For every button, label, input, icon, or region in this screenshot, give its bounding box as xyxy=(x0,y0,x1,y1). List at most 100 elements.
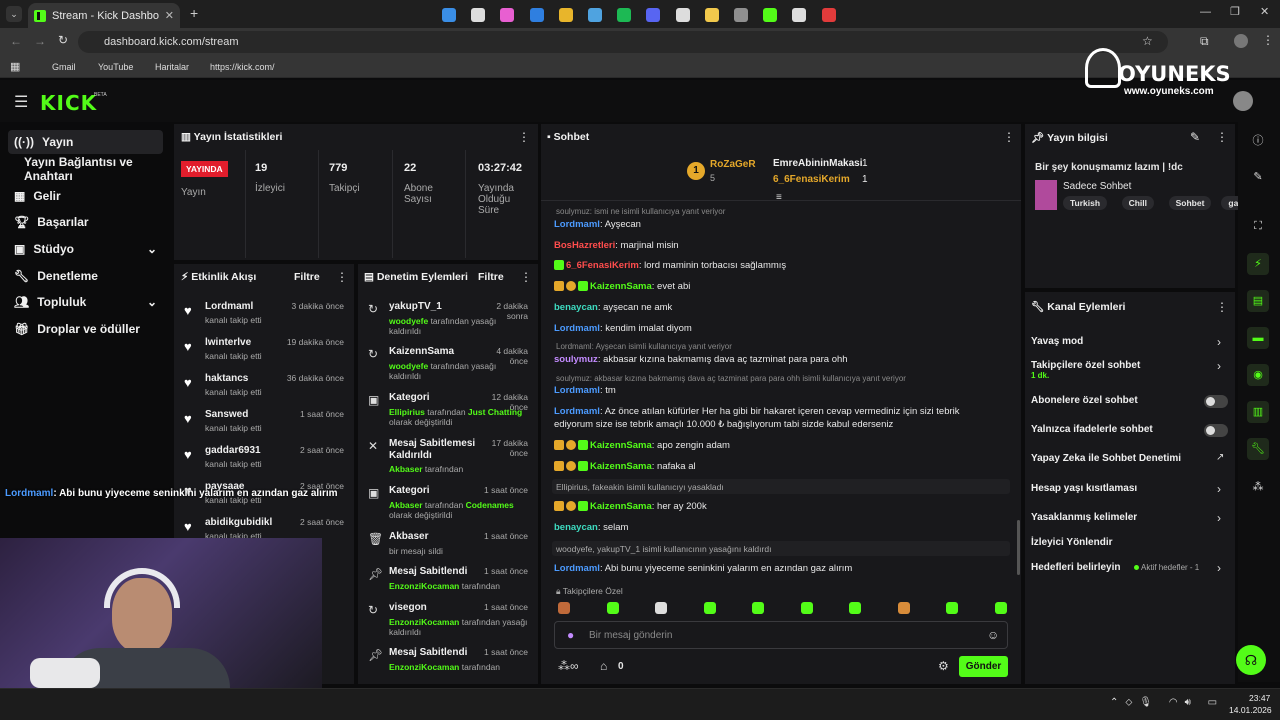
chat-username[interactable]: KaizennSama xyxy=(590,461,652,472)
menu-dots-icon[interactable]: ⋮ xyxy=(1262,33,1274,47)
panel-menu-icon[interactable]: ⋮ xyxy=(520,270,532,284)
stream-tag[interactable]: Chill xyxy=(1121,196,1155,210)
store-icon[interactable]: ⌂ xyxy=(600,659,607,673)
reload-icon[interactable]: ↻ xyxy=(58,33,68,47)
chat-message[interactable]: soulymuz: akbasar kızına bakmamış dava a… xyxy=(554,353,994,366)
activity-item[interactable]: ♥ Lordmaml kanalı takip etti 3 dakika önce xyxy=(174,301,354,333)
sidebar-item-denetleme[interactable]: 🔧︎ Denetleme xyxy=(8,264,163,288)
toggle-switch[interactable] xyxy=(1204,424,1228,437)
emote-icon[interactable] xyxy=(752,602,764,614)
modlog-item[interactable]: 📌︎ Mesaj Sabitlendi 1 saat önce EnzonziKoca… xyxy=(358,647,538,687)
activity-filter-button[interactable]: Filtre xyxy=(294,271,320,283)
support-headset-icon[interactable]: ☊ xyxy=(1236,645,1266,675)
chat-username[interactable]: KaizennSama xyxy=(590,281,652,292)
channel-action-item[interactable]: Abonelere özel sohbet xyxy=(1025,394,1235,414)
xbox-icon[interactable] xyxy=(763,8,778,22)
modlog-item[interactable]: 📌︎ Mesaj Sabitlendi 1 saat önce EnzonziKoca… xyxy=(358,566,538,606)
chat-username[interactable]: benaycan xyxy=(554,302,598,313)
activity-item[interactable]: ♥ haktancs kanalı takip etti 36 dakika önce xyxy=(174,373,354,405)
kick-logo[interactable]: KICK xyxy=(40,91,97,115)
back-icon[interactable]: ← xyxy=(10,34,22,48)
send-button[interactable]: Gönder xyxy=(959,656,1008,677)
panel-menu-icon[interactable]: ⋮ xyxy=(518,130,530,144)
modlog-item[interactable]: ↻ yakupTV_1 2 dakika sonra woodyefe tarafın… xyxy=(358,301,538,341)
emote-icon[interactable] xyxy=(558,602,570,614)
bookmark-youtube[interactable]: YouTube xyxy=(98,62,133,72)
chat-input[interactable]: ● Bir mesaj gönderin ☺ xyxy=(554,621,1008,649)
close-tab-icon[interactable]: ✕ xyxy=(165,9,174,22)
channel-action-item[interactable]: Yalnızca ifadelerle sohbet xyxy=(1025,423,1235,443)
emote-icon[interactable] xyxy=(897,602,910,614)
emote-icon[interactable] xyxy=(655,602,667,614)
panel-menu-icon[interactable]: ⋮ xyxy=(1003,130,1015,144)
layout-icon[interactable]: ▥ xyxy=(1247,401,1269,423)
emoji-picker-icon[interactable]: ☺ xyxy=(987,628,999,642)
emote-icon[interactable] xyxy=(849,602,861,614)
chat-message[interactable]: Lordmaml: Abi bunu yiyeceme seninkini ya… xyxy=(554,562,994,575)
search-icon[interactable] xyxy=(471,8,486,22)
chat-username[interactable]: 6_6FenasiKerim xyxy=(566,260,639,271)
sidebar-item-topluluk[interactable]: 👥︎ Topluluk ⌄ xyxy=(8,290,163,314)
modlog-item[interactable]: ↻ KaizennSama 4 dakika önce woodyefe tarafı… xyxy=(358,346,538,386)
tray-icons[interactable]: ⌃⬦🎙︎ ◠🔊︎ ▭ xyxy=(1110,697,1224,708)
chat-message[interactable]: Lordmaml: Az önce atılan küfürler Her ha… xyxy=(554,405,994,431)
sidebar-item-droplar[interactable]: 🎁︎ Droplar ve ödüller xyxy=(8,317,163,341)
chat-message[interactable]: BosHazretleri: marjinal misin xyxy=(554,239,994,252)
quick-action-icon[interactable]: ⚡︎ xyxy=(1247,253,1269,275)
channel-action-item[interactable]: Yavaş mod › xyxy=(1025,335,1235,355)
edge-icon[interactable] xyxy=(529,8,544,22)
discord-icon[interactable] xyxy=(646,8,661,22)
community-points-icon[interactable]: ⁂∞ xyxy=(558,659,579,673)
chrome-icon[interactable] xyxy=(558,8,573,22)
sidebar-item-stream-key[interactable]: Yayın Bağlantısı ve Anahtarı xyxy=(8,155,170,183)
browser-tab[interactable]: Stream - Kick Dashboard ✕ xyxy=(28,3,180,28)
extensions-icon[interactable]: ⧉ xyxy=(1200,34,1209,49)
chat-username[interactable]: Lordmaml xyxy=(554,563,600,574)
chat-username[interactable]: BosHazretleri xyxy=(554,240,615,251)
notes-icon[interactable]: ▤ xyxy=(1247,290,1269,312)
hamburger-menu-icon[interactable]: ☰ xyxy=(14,92,28,112)
panel-menu-icon[interactable]: ⋮ xyxy=(1216,130,1228,144)
channel-action-item[interactable]: İzleyici Yönlendir xyxy=(1025,536,1235,556)
emote-icon[interactable] xyxy=(946,602,958,614)
forward-icon[interactable]: → xyxy=(34,34,46,48)
chat-username[interactable]: benaycan xyxy=(554,522,598,533)
minimize-icon[interactable]: — xyxy=(1200,6,1211,18)
mod-tools-icon[interactable]: 🔧︎ xyxy=(1247,438,1269,460)
channel-action-item[interactable]: Takipçilere özel sohbet 1 dk. › xyxy=(1025,359,1235,380)
stream-tag[interactable]: Turkish xyxy=(1063,196,1108,210)
channel-action-item[interactable]: Yasaklanmış kelimeler › xyxy=(1025,511,1235,531)
channel-action-item[interactable]: Yapay Zeka ile Sohbet Denetimi ↗ xyxy=(1025,452,1235,472)
chat-message[interactable]: KaizennSama: nafaka al xyxy=(554,460,994,473)
bookmark-gmail[interactable]: Gmail xyxy=(52,62,76,72)
close-window-icon[interactable]: ✕ xyxy=(1260,5,1269,18)
modlog-item[interactable]: ✕ Mesaj Sabitlemesi Kaldırıldı 17 dakika ö… xyxy=(358,438,538,478)
start-icon[interactable] xyxy=(442,8,456,22)
emote-icon[interactable] xyxy=(994,602,1007,614)
apps-grid-icon[interactable]: ▦ xyxy=(10,60,20,73)
channel-action-item[interactable]: Hesap yaşı kısıtlaması › xyxy=(1025,482,1235,502)
chat-username[interactable]: KaizennSama xyxy=(590,440,652,451)
chat-username[interactable]: Lordmaml xyxy=(554,323,600,334)
chat-username[interactable]: Lordmaml xyxy=(554,385,600,396)
expand-chevron-icon[interactable]: ≡ xyxy=(776,192,782,203)
user-avatar[interactable] xyxy=(1233,91,1253,111)
info-icon[interactable]: ⓘ xyxy=(1247,130,1269,152)
edit-icon[interactable]: ✎ xyxy=(1247,166,1269,188)
activity-item[interactable]: ♥ gaddar6931 kanalı takip etti 2 saat önce xyxy=(174,445,354,477)
chat-message[interactable]: KaizennSama: her ay 200k xyxy=(554,500,994,513)
screenshot-icon[interactable]: ⛶ xyxy=(1247,215,1269,237)
chat-message[interactable]: Lordmaml: kendim imalat diyom xyxy=(554,322,994,335)
steam-icon[interactable] xyxy=(588,8,602,22)
new-tab-icon[interactable]: + xyxy=(190,5,198,21)
community-icon[interactable]: ⁂ xyxy=(1247,476,1269,498)
chat-message[interactable]: Lordmaml: Ayşecan xyxy=(554,218,994,231)
emote-icon[interactable] xyxy=(606,602,619,614)
sidebar-item-studyo[interactable]: ▣ Stüdyo ⌄ xyxy=(8,237,163,261)
chat-username[interactable]: soulymuz xyxy=(554,354,598,365)
obs-icon[interactable] xyxy=(792,8,807,22)
channel-action-item[interactable]: Hedefleri belirleyin Aktif hedefler - 1 › xyxy=(1025,561,1235,581)
profile-icon[interactable] xyxy=(1234,34,1248,48)
panel-menu-icon[interactable]: ⋮ xyxy=(336,270,348,284)
app-red-icon[interactable] xyxy=(821,8,836,22)
